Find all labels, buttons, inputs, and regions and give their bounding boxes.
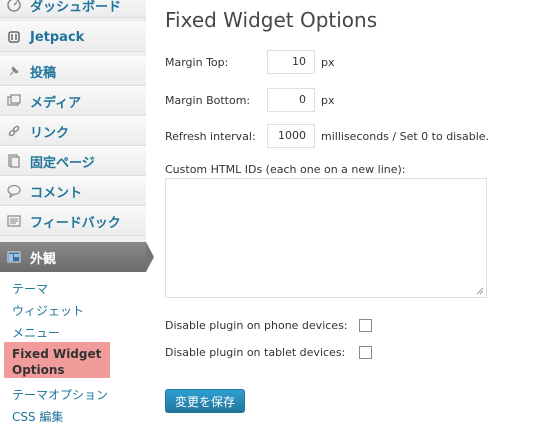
- margin-top-input[interactable]: 10: [267, 50, 315, 74]
- menu-comments[interactable]: コメント: [0, 176, 146, 206]
- menu-label: Jetpack: [30, 29, 85, 45]
- menu-appearance[interactable]: 外観: [0, 242, 154, 272]
- pin-icon: [6, 63, 22, 79]
- page-title: Fixed Widget Options: [165, 8, 378, 32]
- margin-bottom-input[interactable]: 0: [267, 88, 315, 112]
- menu-label: メディア: [30, 95, 82, 111]
- pages-icon: [6, 153, 22, 169]
- submenu-themes[interactable]: テーマ: [12, 280, 48, 297]
- submenu-menus[interactable]: メニュー: [12, 324, 60, 341]
- margin-top-label: Margin Top:: [165, 56, 229, 69]
- comment-icon: [6, 183, 22, 199]
- disable-tablet-checkbox[interactable]: [359, 346, 372, 359]
- refresh-interval-unit: milliseconds / Set 0 to disable.: [321, 130, 490, 143]
- menu-label: フィードバック: [30, 215, 121, 231]
- refresh-interval-label: Refresh interval:: [165, 130, 256, 143]
- menu-label: 外観: [30, 251, 57, 267]
- menu-pages[interactable]: 固定ページ: [0, 146, 146, 176]
- menu-media[interactable]: メディア: [0, 86, 146, 116]
- link-icon: [6, 123, 22, 139]
- custom-ids-label: Custom HTML IDs (each one on a new line)…: [165, 163, 406, 176]
- custom-ids-textarea[interactable]: [165, 178, 487, 298]
- admin-sidebar: ダッシュボード Jetpack 投稿 メディア リンク 固定ページ コメント フ…: [0, 0, 154, 422]
- disable-phone-checkbox[interactable]: [359, 319, 372, 332]
- save-button[interactable]: 変更を保存: [165, 389, 245, 413]
- submenu-fixed-widget-options[interactable]: Fixed Widget Options: [12, 346, 108, 378]
- refresh-interval-input[interactable]: 1000: [267, 124, 315, 148]
- dashboard-icon: [6, 0, 22, 13]
- main-content: Fixed Widget Options Margin Top: 10 px M…: [147, 0, 536, 422]
- submenu-widgets[interactable]: ウィジェット: [12, 302, 84, 319]
- submenu-theme-options[interactable]: テーマオプション: [12, 386, 108, 403]
- menu-dashboard[interactable]: ダッシュボード: [0, 0, 146, 18]
- menu-label: 投稿: [30, 65, 57, 81]
- disable-tablet-label: Disable plugin on tablet devices:: [165, 346, 346, 359]
- margin-bottom-label: Margin Bottom:: [165, 94, 251, 107]
- margin-bottom-unit: px: [321, 94, 335, 107]
- appearance-icon: [6, 249, 22, 265]
- submenu-css-edit[interactable]: CSS 編集: [12, 408, 63, 422]
- menu-jetpack[interactable]: Jetpack: [0, 22, 146, 52]
- media-icon: [6, 93, 22, 109]
- appearance-submenu: テーマ ウィジェット メニュー Fixed Widget Options テーマ…: [0, 272, 146, 422]
- menu-label: コメント: [30, 185, 83, 201]
- resize-grip-icon[interactable]: [476, 287, 484, 295]
- menu-label: ダッシュボード: [30, 0, 122, 15]
- menu-feedback[interactable]: フィードバック: [0, 206, 146, 236]
- menu-links[interactable]: リンク: [0, 116, 146, 146]
- menu-label: リンク: [30, 125, 70, 141]
- feedback-icon: [6, 213, 22, 229]
- menu-label: 固定ページ: [30, 155, 95, 171]
- disable-phone-label: Disable plugin on phone devices:: [165, 319, 348, 332]
- jetpack-icon: [6, 29, 22, 45]
- margin-top-unit: px: [321, 56, 335, 69]
- menu-posts[interactable]: 投稿: [0, 56, 146, 86]
